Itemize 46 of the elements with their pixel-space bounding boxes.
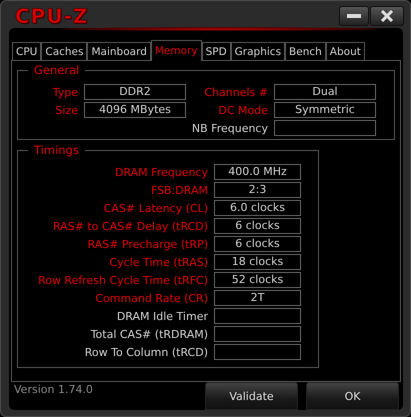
value-field: 2T — [214, 290, 301, 306]
value-field: Symmetric — [274, 102, 376, 118]
tab[interactable]: CPU — [12, 42, 42, 60]
tab[interactable]: About — [326, 42, 365, 60]
value-field: 18 clocks — [214, 254, 301, 270]
footer-button[interactable]: OK — [306, 382, 399, 410]
value-field: 6 clocks — [214, 218, 301, 234]
tab[interactable]: SPD — [202, 42, 231, 60]
field-label: Command Rate (CR) — [94, 292, 209, 304]
value-field: 6 clocks — [214, 236, 301, 252]
field-label: Channels # — [203, 86, 269, 98]
field-label: Total CAS# (tRDRAM) — [90, 328, 209, 340]
group-title: General — [28, 63, 86, 77]
tab[interactable]: Mainboard — [87, 42, 151, 60]
close-button[interactable] — [370, 6, 404, 26]
group-title: Timings — [28, 143, 85, 157]
window-title: CPU-Z — [15, 4, 88, 28]
value-field: 4096 MBytes — [84, 102, 186, 118]
field-label: FSB:DRAM — [150, 184, 209, 196]
value-field: DDR2 — [84, 84, 186, 100]
version-text: Version 1.74.0 — [14, 383, 93, 398]
tab[interactable]: Graphics — [230, 42, 286, 60]
field-label: Row Refresh Cycle Time (tRFC) — [37, 274, 209, 286]
field-label: Cycle Time (tRAS) — [108, 256, 209, 268]
value-field: 52 clocks — [214, 272, 301, 288]
value-field: Dual — [274, 84, 376, 100]
field-label: CAS# Latency (CL) — [102, 202, 209, 214]
field-label: DC Mode — [217, 104, 269, 116]
tab[interactable]: Caches — [41, 42, 88, 60]
value-field: 6.0 clocks — [214, 200, 301, 216]
field-label: NB Frequency — [190, 122, 269, 134]
footer-button[interactable]: Validate — [205, 382, 298, 410]
field-label: DRAM Frequency — [114, 166, 209, 178]
field-label: Type — [52, 86, 79, 98]
close-icon — [381, 10, 393, 22]
tab[interactable]: Memory — [150, 40, 202, 61]
value-field: 400.0 MHz — [214, 164, 301, 180]
field-label: Size — [54, 104, 79, 116]
minimize-icon — [347, 14, 361, 18]
field-label: RAS# to CAS# Delay (tRCD) — [52, 220, 209, 232]
field-label: DRAM Idle Timer — [116, 310, 209, 322]
tab[interactable]: Bench — [285, 42, 326, 60]
field-label: Row To Column (tRCD) — [84, 346, 209, 358]
minimize-button[interactable] — [339, 6, 369, 26]
field-label: RAS# Precharge (tRP) — [86, 238, 209, 250]
value-field: 2:3 — [214, 182, 301, 198]
